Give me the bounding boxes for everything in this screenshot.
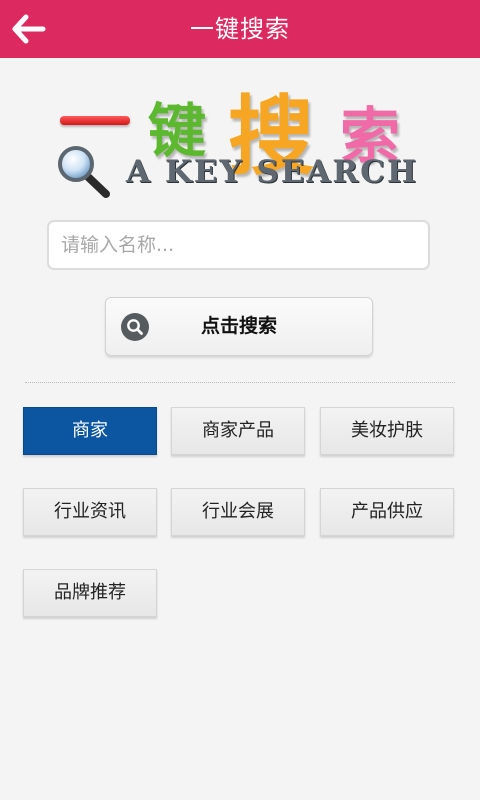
logo-char-1 xyxy=(60,116,130,125)
category-industry-news[interactable]: 行业资讯 xyxy=(23,488,157,536)
page-title: 一键搜索 xyxy=(190,15,290,43)
divider xyxy=(25,382,455,383)
logo-chinese-title: 键 搜 索 xyxy=(50,62,430,187)
search-button-label: 点击搜索 xyxy=(200,315,277,337)
app-screen: 一键搜索 键 搜 索 A KEY SEARCH 请输入名称... 点击搜索 商家… xyxy=(0,0,480,800)
app-logo: 键 搜 索 A KEY SEARCH xyxy=(50,62,430,202)
search-input[interactable] xyxy=(47,220,430,270)
category-beauty-skincare[interactable]: 美妆护肤 xyxy=(320,407,454,455)
category-product-supply[interactable]: 产品供应 xyxy=(320,488,454,536)
search-button[interactable]: 点击搜索 xyxy=(105,297,373,356)
logo-english-row: A KEY SEARCH xyxy=(56,144,430,198)
category-merchant[interactable]: 商家 xyxy=(23,407,157,455)
category-merchant-products[interactable]: 商家产品 xyxy=(171,407,305,455)
category-brand-recommendation[interactable]: 品牌推荐 xyxy=(23,569,157,617)
magnifier-icon xyxy=(58,146,110,198)
logo-english-text: A KEY SEARCH xyxy=(126,154,419,190)
category-industry-exhibitions[interactable]: 行业会展 xyxy=(171,488,305,536)
top-bar: 一键搜索 xyxy=(0,0,480,58)
